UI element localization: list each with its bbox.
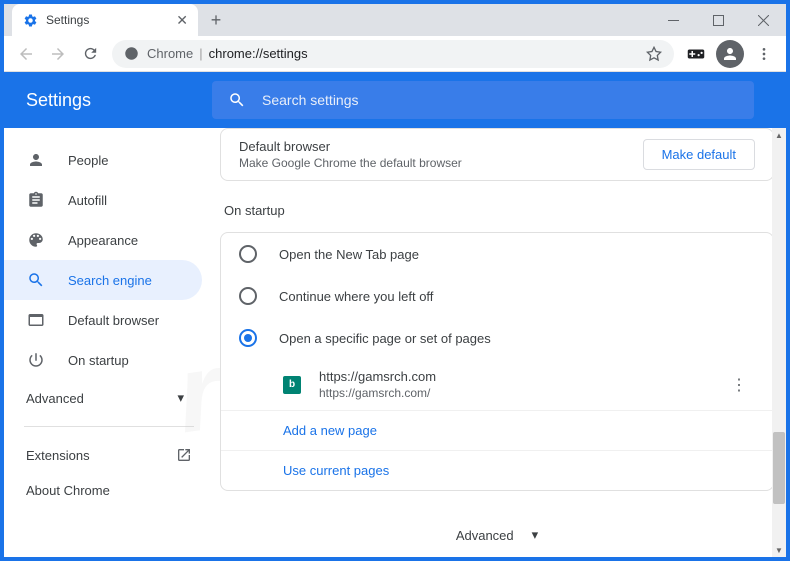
star-icon[interactable] (646, 46, 662, 62)
scroll-up-arrow[interactable]: ▲ (772, 128, 786, 142)
gear-icon (22, 12, 38, 28)
sidebar-item-autofill[interactable]: Autofill (4, 180, 214, 220)
default-browser-title: Default browser (239, 139, 462, 154)
sidebar: People Autofill Appearance Search engine… (4, 128, 214, 557)
account-avatar[interactable] (716, 40, 744, 68)
chevron-down-icon: ▾ (532, 527, 539, 543)
make-default-button[interactable]: Make default (643, 139, 755, 170)
sidebar-item-appearance[interactable]: Appearance (4, 220, 214, 260)
chrome-icon (124, 46, 139, 61)
sidebar-advanced-toggle[interactable]: Advanced ▾ (4, 380, 214, 416)
reload-button[interactable] (74, 38, 106, 70)
sidebar-item-label: People (68, 153, 108, 168)
sidebar-item-default-browser[interactable]: Default browser (4, 300, 214, 340)
address-url: chrome://settings (209, 46, 308, 61)
on-startup-title: On startup (224, 203, 774, 218)
on-startup-card: Open the New Tab page Continue where you… (220, 232, 774, 491)
close-icon[interactable]: ✕ (176, 12, 188, 29)
startup-page-url: https://gamsrch.com/ (319, 386, 436, 400)
clipboard-icon (26, 190, 46, 210)
page-title: Settings (26, 90, 212, 111)
gamepad-icon[interactable] (680, 38, 712, 70)
startup-option-new-tab[interactable]: Open the New Tab page (221, 233, 773, 275)
startup-page-entry: b https://gamsrch.com https://gamsrch.co… (221, 359, 773, 410)
sidebar-item-on-startup[interactable]: On startup (4, 340, 214, 380)
add-new-page-link[interactable]: Add a new page (221, 410, 773, 450)
sidebar-item-search-engine[interactable]: Search engine (4, 260, 202, 300)
browser-icon (26, 310, 46, 330)
back-button[interactable] (10, 38, 42, 70)
radio-icon (239, 245, 257, 263)
advanced-footer-toggle[interactable]: Advanced ▾ (220, 513, 774, 557)
more-actions-button[interactable]: ⋮ (723, 375, 755, 395)
external-link-icon (176, 447, 192, 463)
default-browser-subtitle: Make Google Chrome the default browser (239, 156, 462, 170)
sidebar-item-label: On startup (68, 353, 129, 368)
radio-icon (239, 287, 257, 305)
sidebar-item-label: Default browser (68, 313, 159, 328)
close-window-button[interactable] (741, 4, 786, 36)
sidebar-item-people[interactable]: People (4, 140, 214, 180)
startup-option-specific-page[interactable]: Open a specific page or set of pages (221, 317, 773, 359)
search-box[interactable] (212, 81, 754, 119)
use-current-pages-link[interactable]: Use current pages (221, 450, 773, 490)
browser-toolbar: Chrome | chrome://settings (4, 36, 786, 72)
startup-option-continue[interactable]: Continue where you left off (221, 275, 773, 317)
sidebar-item-label: Search engine (68, 273, 152, 288)
default-browser-card: Default browser Make Google Chrome the d… (220, 128, 774, 181)
sidebar-about[interactable]: About Chrome (4, 473, 214, 508)
radio-icon (239, 329, 257, 347)
palette-icon (26, 230, 46, 250)
sidebar-extensions[interactable]: Extensions (4, 437, 214, 473)
main-content: Default browser Make Google Chrome the d… (214, 128, 786, 557)
favicon-icon: b (283, 376, 301, 394)
vertical-scrollbar[interactable]: ▲ ▼ (772, 128, 786, 557)
maximize-button[interactable] (696, 4, 741, 36)
search-icon (228, 91, 246, 109)
scroll-down-arrow[interactable]: ▼ (772, 543, 786, 557)
scrollbar-thumb[interactable] (773, 432, 785, 504)
browser-tab[interactable]: Settings ✕ (12, 4, 198, 36)
new-tab-button[interactable]: + (202, 6, 230, 34)
search-input[interactable] (262, 92, 738, 108)
person-icon (26, 150, 46, 170)
forward-button[interactable] (42, 38, 74, 70)
address-scheme: Chrome (147, 46, 193, 61)
address-bar[interactable]: Chrome | chrome://settings (112, 40, 674, 68)
titlebar: Settings ✕ + (4, 4, 786, 36)
startup-page-title: https://gamsrch.com (319, 369, 436, 384)
sidebar-item-label: Autofill (68, 193, 107, 208)
power-icon (26, 350, 46, 370)
sidebar-item-label: Appearance (68, 233, 138, 248)
search-icon (26, 270, 46, 290)
settings-header: Settings (4, 72, 786, 128)
menu-icon[interactable] (748, 38, 780, 70)
tab-title: Settings (46, 13, 89, 27)
chevron-down-icon: ▾ (177, 390, 184, 406)
minimize-button[interactable] (651, 4, 696, 36)
